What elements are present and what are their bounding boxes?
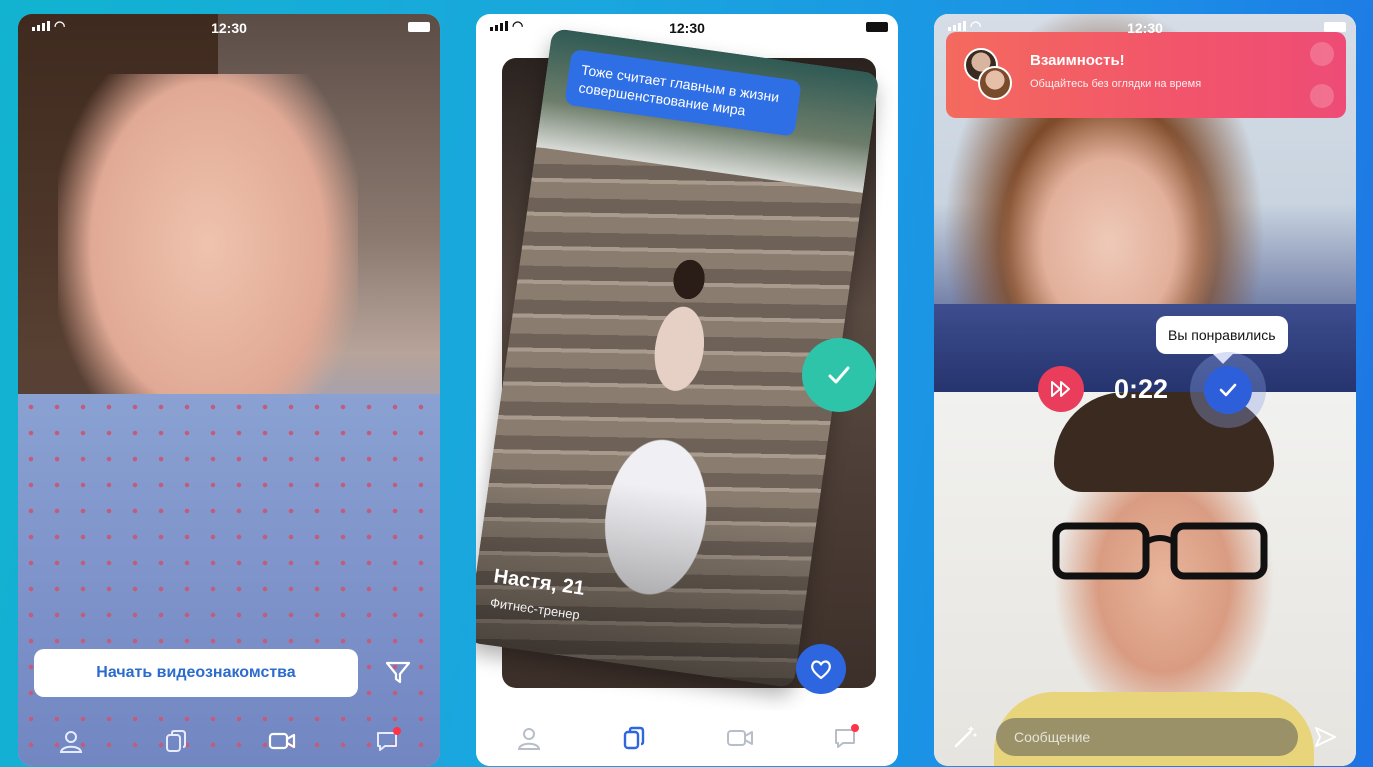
accept-button[interactable] [802,338,876,412]
status-time: 12:30 [669,20,705,36]
check-icon [828,366,850,384]
tab-messages[interactable] [367,721,407,761]
battery-icon [408,22,430,32]
cards-icon [166,730,187,752]
close-icon[interactable] [1310,42,1334,66]
heart-icon [811,660,831,680]
match-notification[interactable]: Взаимность! Общайтесь без оглядки на вре… [946,32,1346,118]
battery-icon [1324,22,1346,32]
tab-profile[interactable] [509,718,549,758]
screen-video-call: ◠ 12:30 Взаимность! Общайтесь без оглядк… [934,14,1356,766]
tab-cards[interactable] [614,718,654,758]
check-icon [1219,383,1237,397]
fast-forward-icon [1051,381,1070,397]
screen-cards: ◠ 12:30 Тоже считает главным в жизни сов… [476,14,898,766]
liked-you-tooltip: Вы понравились [1156,316,1288,354]
video-icon [726,730,753,746]
like-button[interactable] [796,644,846,694]
magic-wand-icon[interactable] [952,724,978,750]
status-bar: ◠ 12:30 [476,14,898,42]
cards-icon [624,726,645,750]
tab-profile[interactable] [51,721,91,761]
start-videodating-button[interactable]: Начать видеознакомства [34,649,358,697]
photo-shirt [18,394,440,766]
profile-icon [517,728,540,750]
call-timer: 0:22 [1114,374,1169,404]
tab-video[interactable] [720,718,760,758]
status-bar: ◠ 12:30 [934,14,1356,42]
notification-subtitle: Общайтесь без оглядки на время [1030,78,1202,90]
status-bar: ◠ 12:30 [18,14,440,42]
info-icon[interactable] [1310,84,1334,108]
screen-videodating-start: ◠ 12:30 Начать видеознакомства [18,14,440,766]
tab-messages[interactable] [825,718,865,758]
local-video-glasses [1052,522,1268,580]
message-bar [934,708,1356,766]
avatar [978,66,1012,100]
tab-video[interactable] [262,721,302,761]
send-icon[interactable] [1312,724,1338,750]
message-input[interactable] [996,718,1298,756]
video-icon [268,732,295,750]
status-time: 12:30 [1127,20,1163,36]
battery-icon [866,22,888,32]
tab-cards[interactable] [156,721,196,761]
tab-bar [476,710,898,766]
accept-button[interactable] [1204,366,1252,414]
skip-button[interactable] [1038,366,1084,412]
tab-bar [18,716,440,766]
status-time: 12:30 [211,20,247,36]
notification-title: Взаимность! [1030,52,1125,69]
profile-icon [59,731,82,753]
filter-icon[interactable] [382,656,414,688]
